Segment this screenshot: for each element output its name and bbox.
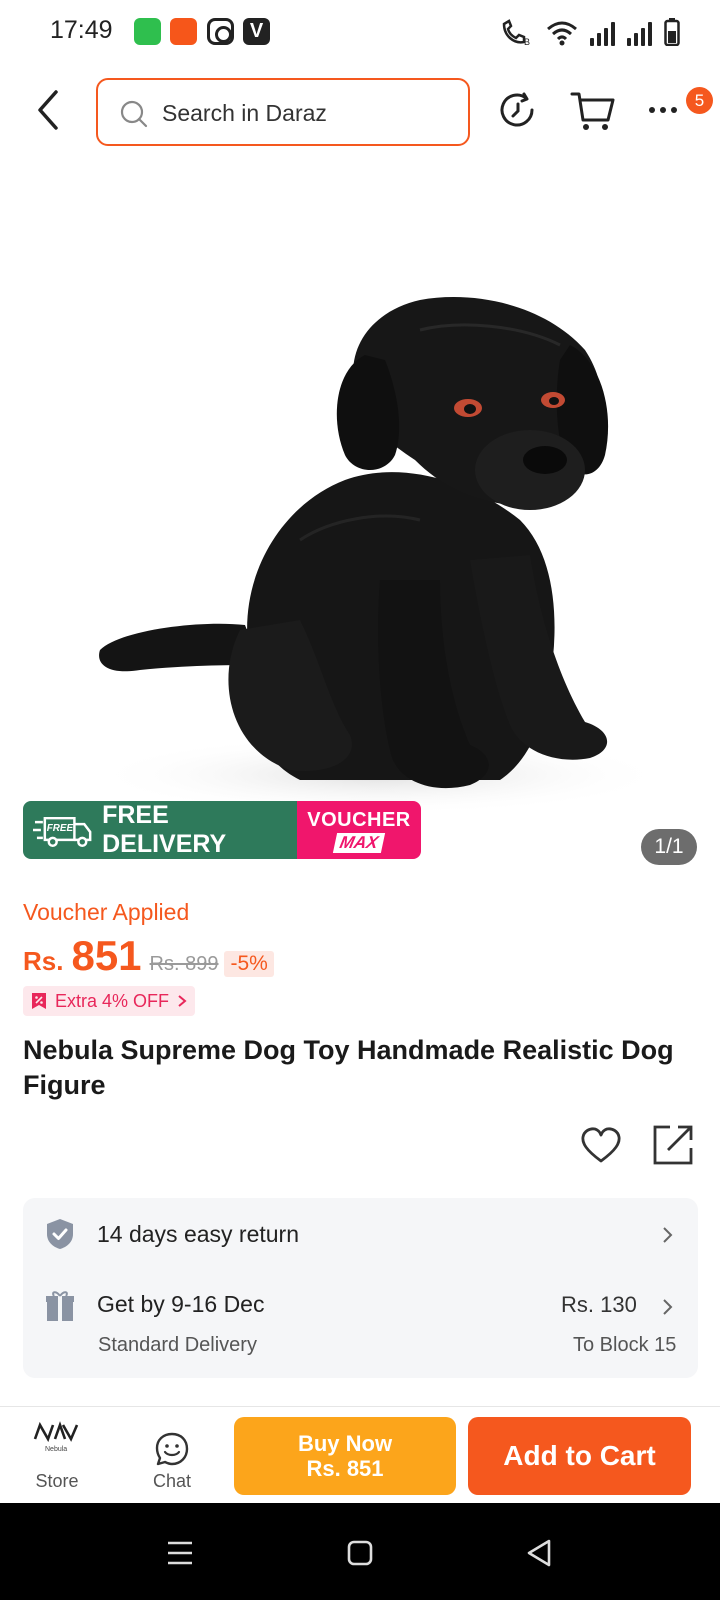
store-label: Store bbox=[35, 1471, 79, 1491]
store-logo-icon: Nebula bbox=[33, 1421, 79, 1453]
free-delivery-tag: FREE FREE DELIVERY bbox=[23, 801, 297, 859]
delivery-type-label: Standard Delivery bbox=[98, 1334, 257, 1356]
discount-badge: -5% bbox=[224, 951, 274, 977]
shield-check-icon bbox=[47, 1219, 73, 1249]
delivery-info-card: 14 days easy return Get by 9-16 Dec Stan… bbox=[23, 1198, 698, 1378]
bottom-action-bar: Nebula Store Chat Buy Now Rs. 851 Add to… bbox=[0, 1406, 720, 1502]
buy-now-price: Rs. 851 bbox=[306, 1456, 384, 1481]
add-to-cart-button[interactable]: Add to Cart bbox=[468, 1417, 691, 1495]
history-icon bbox=[500, 92, 534, 127]
return-policy-label: 14 days easy return bbox=[97, 1221, 300, 1247]
back-arrow-icon bbox=[38, 90, 58, 130]
instagram-notification-icon bbox=[207, 18, 234, 45]
cart-icon bbox=[570, 92, 615, 130]
search-input[interactable]: Search in Daraz bbox=[96, 78, 470, 146]
back-button[interactable] bbox=[30, 88, 70, 132]
chevron-right-icon bbox=[663, 1227, 673, 1243]
svg-text:B: B bbox=[524, 37, 530, 46]
voucher-applied-label: Voucher Applied bbox=[23, 899, 190, 925]
extra-off-voucher[interactable]: Extra 4% OFF bbox=[23, 986, 196, 1016]
store-button[interactable]: Nebula Store bbox=[12, 1407, 102, 1503]
v-app-notification-icon: V bbox=[243, 18, 270, 45]
voucher-max-label: MAX bbox=[332, 833, 386, 853]
menu-icon[interactable] bbox=[166, 1540, 194, 1566]
wifi-icon bbox=[547, 21, 577, 46]
chevron-right-icon bbox=[178, 995, 187, 1007]
package-icon bbox=[46, 1291, 74, 1321]
top-navigation: Search in Daraz bbox=[0, 70, 720, 154]
buy-now-label: Buy Now bbox=[297, 1431, 393, 1456]
home-icon[interactable] bbox=[347, 1540, 373, 1566]
dog-figure-image bbox=[90, 297, 670, 815]
store-logo-text: Nebula bbox=[45, 1446, 67, 1453]
more-options-button[interactable] bbox=[646, 88, 690, 132]
free-delivery-label: FREE DELIVERY bbox=[102, 801, 227, 858]
signal-icon bbox=[590, 22, 615, 46]
daraz-notification-icon bbox=[170, 18, 197, 45]
chevron-right-icon bbox=[663, 1299, 673, 1315]
voucher-max-tag: VOUCHER MAX bbox=[297, 801, 421, 859]
more-dots-icon bbox=[649, 107, 677, 113]
heart-icon bbox=[581, 1127, 621, 1163]
original-price: Rs. 899 bbox=[149, 953, 219, 975]
price-currency: Rs. bbox=[23, 946, 64, 976]
chat-button[interactable]: Chat bbox=[127, 1407, 217, 1503]
search-placeholder: Search in Daraz bbox=[162, 100, 327, 126]
extra-off-label: Extra 4% OFF bbox=[55, 990, 170, 1011]
back-triangle-icon[interactable] bbox=[525, 1538, 553, 1568]
delivery-truck-icon: FREE bbox=[33, 816, 92, 848]
notification-badge: 5 bbox=[686, 87, 713, 114]
history-button[interactable] bbox=[496, 88, 540, 132]
buy-now-button[interactable]: Buy Now Rs. 851 bbox=[234, 1417, 456, 1495]
share-icon bbox=[653, 1125, 693, 1165]
delivery-date-label: Get by 9-16 Dec bbox=[97, 1291, 265, 1317]
free-tag-text: FREE bbox=[47, 823, 74, 834]
chat-label: Chat bbox=[152, 1471, 192, 1491]
app-notification-icon bbox=[134, 18, 161, 45]
delivery-fee: Rs. 130 bbox=[561, 1292, 637, 1317]
voucher-label: VOUCHER bbox=[307, 809, 411, 831]
chat-icon bbox=[155, 1432, 189, 1466]
product-title: Nebula Supreme Dog Toy Handmade Realisti… bbox=[23, 1035, 674, 1100]
wishlist-button[interactable] bbox=[580, 1125, 622, 1165]
status-bar: 17:49 V B bbox=[0, 0, 720, 64]
image-counter: 1/1 bbox=[641, 829, 697, 865]
delivery-location: To Block 15 bbox=[573, 1334, 677, 1356]
cart-button[interactable] bbox=[570, 88, 615, 132]
return-policy-row[interactable]: 14 days easy return bbox=[23, 1198, 698, 1270]
delivery-row[interactable]: Get by 9-16 Dec Standard Delivery Rs. 13… bbox=[23, 1276, 698, 1374]
system-navigation-bar bbox=[0, 1503, 720, 1600]
battery-icon bbox=[664, 18, 680, 46]
promo-banner[interactable]: FREE FREE DELIVERY VOUCHER MAX bbox=[23, 801, 421, 859]
search-icon bbox=[120, 100, 148, 128]
price-row: Rs. 851 Rs. 899 -5% bbox=[23, 932, 274, 982]
signal-icon-2 bbox=[627, 22, 652, 46]
price-amount: 851 bbox=[71, 932, 142, 979]
status-time: 17:49 bbox=[50, 16, 113, 44]
share-button[interactable] bbox=[652, 1124, 694, 1166]
product-image[interactable] bbox=[0, 160, 720, 860]
system-status-icons: B bbox=[500, 16, 680, 46]
wifi-call-icon: B bbox=[502, 19, 530, 46]
voucher-icon bbox=[32, 993, 46, 1009]
